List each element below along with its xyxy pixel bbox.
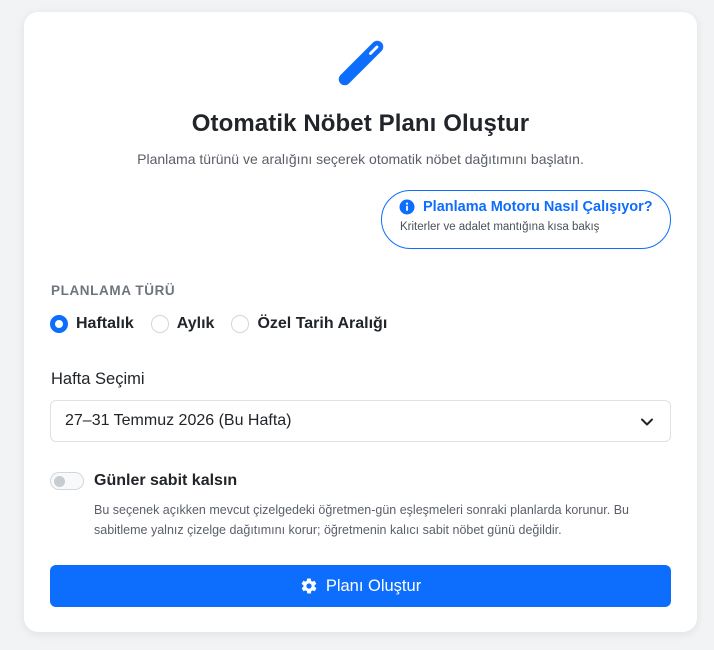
radio-monthly[interactable]: Aylık — [150, 315, 215, 333]
page-subtitle: Planlama türünü ve aralığını seçerek oto… — [137, 151, 584, 167]
fixed-days-help-text: Bu seçenek açıkken mevcut çizelgedeki öğ… — [94, 503, 630, 537]
radio-weekly-indicator[interactable] — [50, 315, 68, 333]
pencil-icon — [338, 40, 384, 86]
week-select[interactable]: 27–31 Temmuz 2026 (Bu Hafta) — [50, 400, 671, 442]
info-icon — [399, 199, 415, 215]
page-title: Otomatik Nöbet Planı Oluştur — [191, 110, 530, 137]
plan-type-radio-group: Haftalık Aylık Özel Tarih Aralığı — [50, 313, 404, 335]
radio-monthly-indicator[interactable] — [150, 315, 169, 333]
fixed-days-toggle[interactable] — [50, 472, 84, 490]
radio-monthly-label: Aylık — [176, 315, 215, 332]
week-select-label: Hafta Seçimi — [51, 370, 145, 388]
fixed-days-toggle-row: Günler sabit kalsın — [50, 472, 237, 490]
radio-custom-range-label: Özel Tarih Aralığı — [257, 315, 388, 332]
toggle-knob — [54, 476, 65, 487]
fixed-days-label: Günler sabit kalsın — [94, 472, 238, 489]
chevron-down-icon — [641, 418, 653, 426]
radio-weekly[interactable]: Haftalık — [50, 315, 134, 333]
radio-custom-range[interactable]: Özel Tarih Aralığı — [231, 315, 387, 333]
radio-custom-range-indicator[interactable] — [231, 315, 250, 333]
planning-engine-info-button[interactable]: Planlama Motoru Nasıl Çalışıyor? Kriterl… — [381, 190, 671, 249]
gear-icon — [301, 578, 317, 594]
create-plan-button[interactable]: Planı Oluştur — [50, 565, 671, 607]
info-pill-subtitle: Kriterler ve adalet mantığına kısa bakış — [400, 221, 600, 233]
create-plan-button-label: Planı Oluştur — [325, 576, 422, 595]
radio-weekly-label: Haftalık — [76, 315, 134, 332]
week-select-value: 27–31 Temmuz 2026 (Bu Hafta) — [65, 412, 292, 429]
plan-type-label: PLANLAMA TÜRÜ — [51, 283, 176, 298]
info-pill-title: Planlama Motoru Nasıl Çalışıyor? — [423, 199, 653, 215]
